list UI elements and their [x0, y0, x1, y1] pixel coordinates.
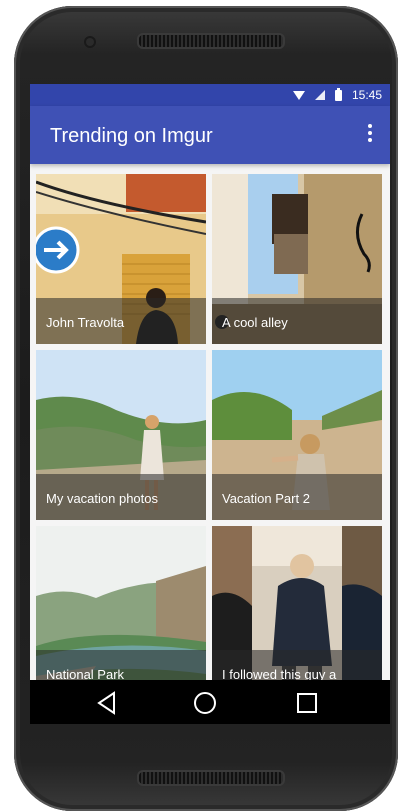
more-vert-icon[interactable] [362, 121, 378, 145]
signal-icon [314, 90, 325, 100]
status-bar: 15:45 [30, 84, 390, 106]
top-speaker [137, 33, 285, 49]
wifi-icon [292, 90, 305, 100]
tile-caption: John Travolta [46, 315, 125, 330]
gallery-tile[interactable]: National Park [36, 526, 206, 696]
tile-caption: A cool alley [222, 315, 288, 330]
gallery-tile[interactable]: John Travolta [36, 174, 206, 344]
home-icon[interactable] [190, 688, 220, 718]
app-title: Trending on Imgur [50, 125, 213, 147]
gallery-tile[interactable]: My vacation photos [36, 350, 206, 520]
navigation-bar [30, 680, 390, 724]
phone-frame: 15:45 Trending on Imgur John Travolta A … [14, 6, 398, 811]
recents-icon[interactable] [292, 688, 322, 718]
status-time: 15:45 [351, 88, 382, 102]
app-bar: Trending on Imgur [30, 106, 390, 164]
screen: 15:45 Trending on Imgur John Travolta A … [30, 84, 390, 724]
gallery-tile[interactable]: Vacation Part 2 [212, 350, 382, 520]
tile-caption: My vacation photos [46, 491, 159, 506]
gallery-tile[interactable]: I followed this guy a [212, 526, 382, 696]
gallery-tile[interactable]: A cool alley [212, 174, 382, 344]
bottom-speaker [137, 770, 285, 786]
back-icon[interactable] [92, 688, 122, 718]
battery-icon [334, 87, 342, 101]
tile-caption: Vacation Part 2 [222, 491, 310, 506]
front-camera [86, 38, 94, 46]
